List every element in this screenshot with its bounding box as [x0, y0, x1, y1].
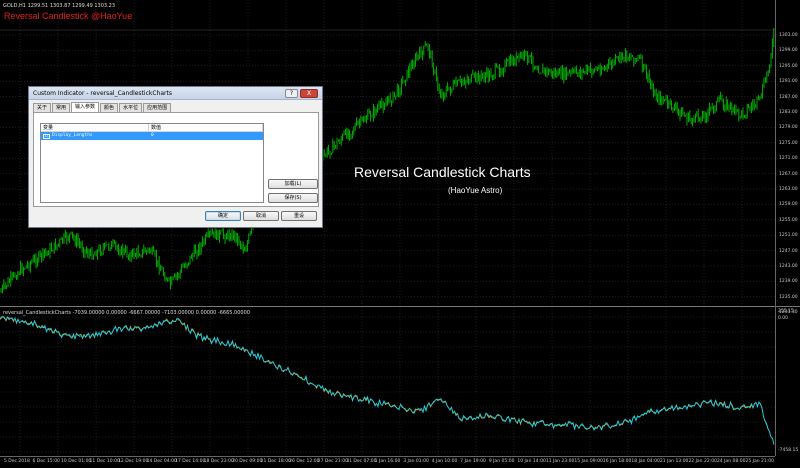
price-tick-label: 1267.00 — [779, 171, 798, 177]
time-tick-label: 21 Dec 18:00 — [260, 459, 291, 464]
price-tick-label: 1295.00 — [779, 63, 798, 69]
time-tick-label: 11 Jan 23:00 — [545, 459, 575, 464]
tab-inputs[interactable]: 输入参数 — [71, 102, 100, 112]
inputs-panel: 变量 数值 123 Display_Lengths 0 加载(L) 保存(S) — [33, 112, 319, 207]
time-tick-label: 4 Jan 10:00 — [431, 459, 458, 464]
time-axis-line — [0, 456, 775, 457]
price-tick-label: 1271.00 — [779, 156, 798, 162]
price-tick-label: 1279.00 — [779, 125, 798, 131]
indicator-line-1 — [0, 316, 775, 445]
sub-axis-bottom: -7458.15 — [778, 448, 799, 453]
indicator-line-2 — [0, 316, 775, 445]
time-tick-label: 12 Dec 19:00 — [118, 459, 149, 464]
price-tick-label: 1235.00 — [779, 294, 798, 300]
price-tick-label: 1299.00 — [779, 48, 798, 54]
symbol-info: GOLD,H1 1299.51 1303.87 1299.49 1303.23 — [3, 3, 116, 9]
time-tick-label: 14 Dec 04:00 — [146, 459, 177, 464]
time-tick-label: 17 Dec 14:00 — [175, 459, 206, 464]
time-tick-label: 10 Jan 14:00 — [517, 459, 546, 464]
price-tick-label: 1251.00 — [779, 233, 798, 239]
tab-about[interactable]: 关于 — [33, 103, 52, 112]
time-tick-label: 18 Dec 23:00 — [203, 459, 234, 464]
column-variable[interactable]: 变量 — [41, 124, 149, 131]
tab-colors[interactable]: 颜色 — [100, 103, 119, 112]
parameters-grid[interactable]: 变量 数值 123 Display_Lengths 0 — [40, 123, 264, 203]
overlay-subtitle: (HaoYue Astro) — [448, 186, 503, 195]
indicator-canvas — [0, 307, 775, 455]
price-tick-label: 1255.00 — [779, 217, 798, 223]
time-tick-label: 3 Jan 01:00 — [403, 459, 429, 464]
reset-button[interactable]: 重设 — [281, 211, 317, 221]
price-tick-label: 1263.00 — [779, 187, 798, 192]
integer-type-icon: 123 — [43, 133, 51, 139]
sub-axis-top: 255.15 — [778, 309, 794, 314]
custom-indicator-dialog[interactable]: Custom Indicator - reversal_CandlestickC… — [28, 86, 323, 228]
price-tick-label: 1275.00 — [779, 140, 798, 146]
time-tick-label: 1 Jan 16:00 — [374, 459, 401, 464]
time-tick-label: 5 Dec 2018 — [4, 459, 30, 464]
time-tick-label: 7 Jan 19:00 — [460, 459, 486, 464]
tab-levels[interactable]: 水平位 — [119, 103, 143, 112]
time-tick-label: 27 Dec 21:00 — [317, 459, 348, 464]
dialog-tabs: 关于 常用 输入参数 颜色 水平位 应用范围 — [33, 102, 172, 112]
time-tick-label: 20 Dec 09:00 — [232, 459, 263, 464]
price-tick-label: 1303.00 — [779, 33, 798, 38]
close-button[interactable]: X — [300, 89, 318, 98]
price-tick-label: 1259.00 — [779, 202, 798, 208]
ok-button[interactable]: 确定 — [205, 211, 241, 221]
parameter-value[interactable]: 0 — [149, 132, 263, 140]
time-tick-label: 26 Dec 12:00 — [289, 459, 320, 464]
parameter-name-cell: 123 Display_Lengths — [41, 132, 149, 140]
tab-common[interactable]: 常用 — [52, 103, 71, 112]
time-tick-label: 10 Dec 01:00 — [61, 459, 92, 464]
dialog-title: Custom Indicator - reversal_CandlestickC… — [33, 90, 172, 97]
grid-header: 变量 数值 — [41, 124, 263, 132]
save-button[interactable]: 保存(S) — [268, 193, 318, 203]
price-tick-label: 1287.00 — [779, 94, 798, 100]
price-tick-label: 1239.00 — [779, 279, 798, 285]
time-tick-label: 6 Dec 15:00 — [32, 459, 60, 464]
indicator-label: Reversal Candlestick @HaoYue — [4, 11, 133, 21]
indicator-subwindow[interactable] — [0, 307, 800, 455]
price-tick-label: 1247.00 — [779, 248, 798, 254]
time-tick-label: 22 Jan 22:00 — [688, 459, 717, 464]
price-axis-line — [775, 0, 776, 456]
time-tick-label: 21 Jan 13:00 — [659, 459, 689, 464]
price-tick-label: 1243.00 — [779, 264, 798, 269]
load-button[interactable]: 加载(L) — [268, 179, 318, 189]
parameter-row[interactable]: 123 Display_Lengths 0 — [41, 132, 263, 140]
overlay-title: Reversal Candlestick Charts — [354, 164, 531, 180]
subwindow-info: reversal_CandlestickCharts -7039.00000 0… — [3, 310, 250, 316]
price-tick-label: 1291.00 — [779, 79, 798, 85]
parameter-name: Display_Lengths — [52, 133, 93, 138]
help-button[interactable]: ? — [285, 89, 298, 98]
time-tick-label: 15 Jan 09:00 — [574, 459, 603, 464]
cancel-button[interactable]: 取消 — [243, 211, 279, 221]
time-tick-label: 16 Jan 18:00 — [602, 459, 632, 464]
time-tick-label: 9 Jan 05:00 — [488, 459, 515, 464]
time-tick-label: 11 Dec 10:00 — [89, 459, 120, 464]
tab-visualization[interactable]: 应用范围 — [143, 103, 172, 112]
time-tick-label: 25 Jan 21:00 — [745, 459, 774, 464]
time-tick-label: 18 Jan 04:00 — [631, 459, 660, 464]
sub-axis-zero: 0.00 — [778, 316, 789, 321]
dialog-titlebar[interactable]: Custom Indicator - reversal_CandlestickC… — [29, 87, 322, 100]
time-tick-label: 24 Jan 08:00 — [716, 459, 746, 464]
time-tick-label: 31 Dec 07:00 — [346, 459, 377, 464]
column-value[interactable]: 数值 — [149, 124, 263, 131]
price-tick-label: 1283.00 — [779, 110, 798, 115]
